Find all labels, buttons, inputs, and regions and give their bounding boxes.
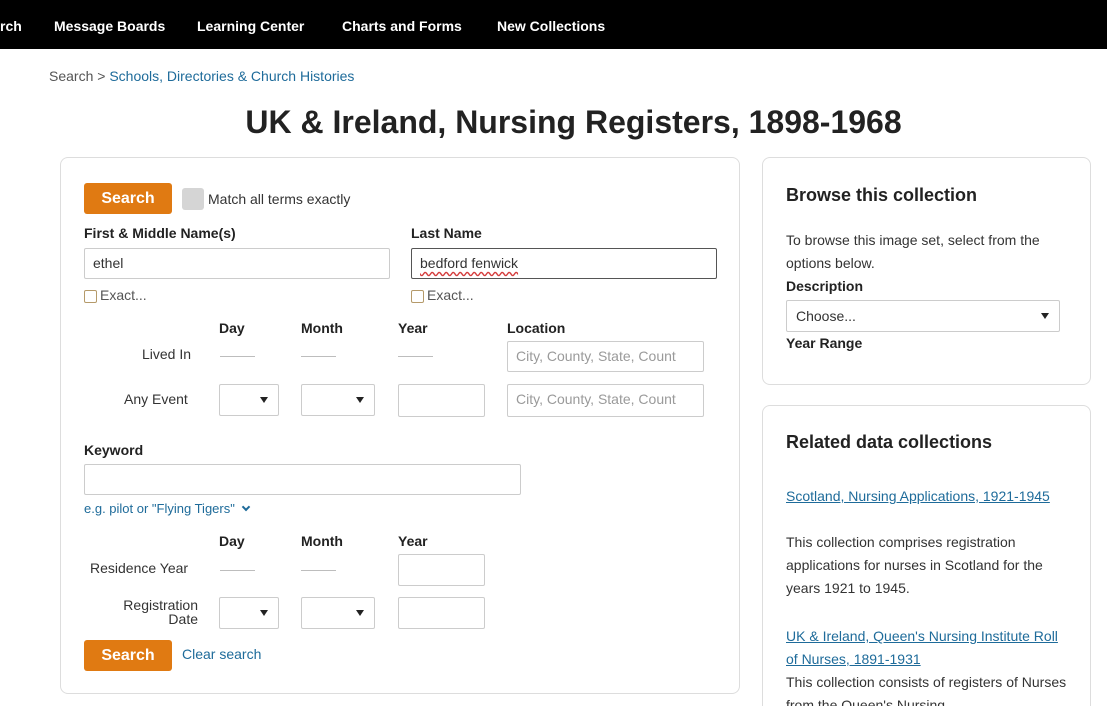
any-event-month-select[interactable] xyxy=(301,384,375,416)
first-name-exact-label: Exact... xyxy=(100,287,147,303)
month-header-2: Month xyxy=(301,533,343,549)
related-collections-card: Related data collections Scotland, Nursi… xyxy=(762,405,1091,706)
first-name-input[interactable]: ethel xyxy=(84,248,390,279)
residence-day-dash xyxy=(220,570,255,571)
day-header: Day xyxy=(219,320,245,336)
residence-month-dash xyxy=(301,570,336,571)
related-item-description-2: This collection consists of registers of… xyxy=(786,674,1067,706)
description-select[interactable]: Choose... xyxy=(786,300,1060,332)
last-name-exact-label: Exact... xyxy=(427,287,474,303)
registration-date-label: Registration Date xyxy=(110,598,198,626)
first-name-label: First & Middle Name(s) xyxy=(84,225,236,241)
clear-search-link[interactable]: Clear search xyxy=(182,646,261,662)
nav-item-learning-center[interactable]: Learning Center xyxy=(197,18,304,34)
any-event-day-select[interactable] xyxy=(219,384,279,416)
registration-date-label-line2: Date xyxy=(168,611,198,627)
residence-year-input[interactable] xyxy=(398,554,485,586)
nav-item-new-collections[interactable]: New Collections xyxy=(497,18,605,34)
keyword-hint-link[interactable]: e.g. pilot or "Flying Tigers" xyxy=(84,501,251,516)
search-button-bottom[interactable]: Search xyxy=(84,640,172,671)
search-button[interactable]: Search xyxy=(84,183,172,214)
breadcrumb: Search > Schools, Directories & Church H… xyxy=(49,68,354,84)
related-heading: Related data collections xyxy=(786,432,993,452)
description-label: Description xyxy=(786,278,864,294)
location-header: Location xyxy=(507,320,566,336)
lived-in-month-dash xyxy=(301,356,336,357)
breadcrumb-root: Search xyxy=(49,68,94,84)
chevron-down-icon xyxy=(260,610,268,616)
lived-in-year-dash xyxy=(398,356,433,357)
chevron-down-icon xyxy=(356,397,364,403)
browse-intro: To browse this image set, select from th… xyxy=(786,232,1040,271)
related-item-link-1[interactable]: Scotland, Nursing Applications, 1921-194… xyxy=(786,485,1071,508)
browse-collection-card: Browse this collection To browse this im… xyxy=(762,157,1091,385)
nav-item-charts-and-forms[interactable]: Charts and Forms xyxy=(342,18,462,34)
residence-year-label: Residence Year xyxy=(90,560,189,576)
description-select-value: Choose... xyxy=(796,308,856,324)
top-navigation: rch Message Boards Learning Center Chart… xyxy=(0,0,1107,49)
day-header-2: Day xyxy=(219,533,245,549)
match-exact-checkbox[interactable] xyxy=(182,188,204,210)
breadcrumb-current-link[interactable]: Schools, Directories & Church Histories xyxy=(109,68,354,84)
chevron-down-icon xyxy=(356,610,364,616)
year-header: Year xyxy=(398,320,428,336)
last-name-input[interactable]: bedford fenwick xyxy=(411,248,717,279)
first-name-exact-checkbox[interactable] xyxy=(84,290,97,303)
registration-day-select[interactable] xyxy=(219,597,279,629)
any-event-label: Any Event xyxy=(124,391,188,407)
page-title: UK & Ireland, Nursing Registers, 1898-19… xyxy=(245,104,902,140)
lived-in-label: Lived In xyxy=(142,346,192,362)
last-name-value: bedford fenwick xyxy=(420,255,519,271)
chevron-down-icon xyxy=(242,502,251,512)
nav-item-search[interactable]: rch xyxy=(0,18,22,34)
keyword-hint-text: e.g. pilot or "Flying Tigers" xyxy=(84,501,235,516)
registration-year-input[interactable] xyxy=(398,597,485,629)
registration-date-label-line1: Registration xyxy=(123,597,198,613)
related-item-description-1: This collection comprises registration a… xyxy=(786,534,1043,596)
keyword-label: Keyword xyxy=(84,442,144,458)
any-event-location-input[interactable]: City, County, State, Count xyxy=(507,384,704,417)
keyword-input[interactable] xyxy=(84,464,521,495)
browse-heading: Browse this collection xyxy=(786,185,978,205)
nav-item-message-boards[interactable]: Message Boards xyxy=(54,18,165,34)
chevron-down-icon xyxy=(1041,313,1049,319)
related-item-link-2[interactable]: UK & Ireland, Queen's Nursing Institute … xyxy=(786,625,1071,671)
any-event-year-input[interactable] xyxy=(398,384,485,417)
chevron-down-icon xyxy=(260,397,268,403)
last-name-label: Last Name xyxy=(411,225,482,241)
month-header: Month xyxy=(301,320,343,336)
lived-in-location-input[interactable]: City, County, State, Count xyxy=(507,341,704,372)
lived-in-day-dash xyxy=(220,356,255,357)
last-name-exact-checkbox[interactable] xyxy=(411,290,424,303)
year-header-2: Year xyxy=(398,533,428,549)
registration-month-select[interactable] xyxy=(301,597,375,629)
year-range-label: Year Range xyxy=(786,335,863,351)
breadcrumb-separator: > xyxy=(97,68,106,84)
match-exact-label: Match all terms exactly xyxy=(208,191,351,207)
search-form-card: Search Match all terms exactly First & M… xyxy=(60,157,740,694)
